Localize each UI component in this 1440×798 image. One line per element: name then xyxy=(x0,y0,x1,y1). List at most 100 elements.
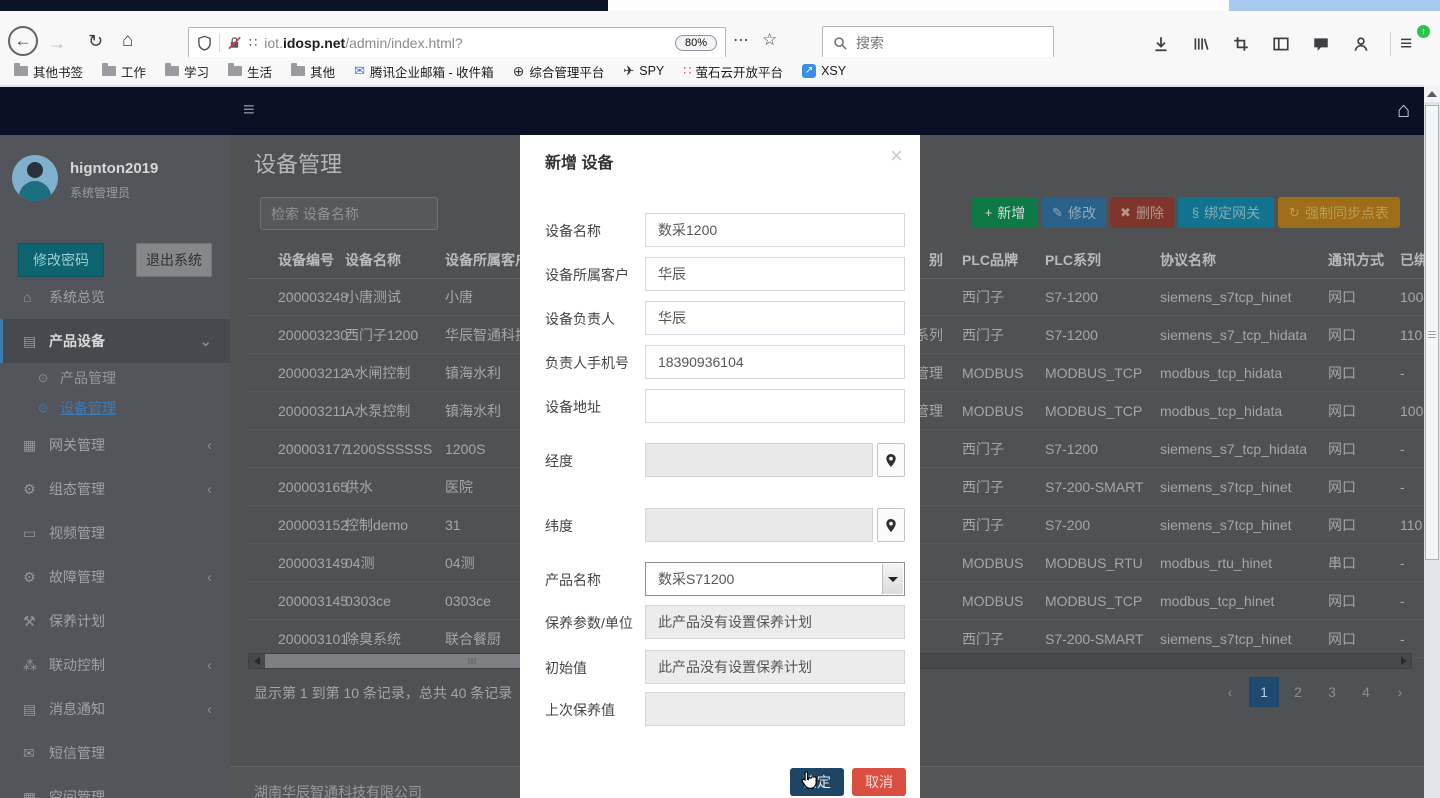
divider xyxy=(1390,32,1391,56)
sync-icon: ↻ xyxy=(1289,205,1300,221)
cell-protocol: siemens_s7tcp_hinet xyxy=(1160,289,1292,305)
zoom-badge[interactable]: 80% xyxy=(675,35,717,51)
cell-bound: 110 xyxy=(1400,517,1422,533)
cell-comm-type: 网口 xyxy=(1328,439,1356,459)
cell-device-name: 0303ce xyxy=(345,593,391,609)
device-name-input[interactable]: 数采1200 xyxy=(645,213,905,247)
field-label: 设备负责人 xyxy=(545,309,615,329)
sidebar-subitem[interactable]: ⊙设备管理 xyxy=(0,393,230,423)
cell-comm-type: 网口 xyxy=(1328,325,1356,345)
sidebar-toggle-icon[interactable] xyxy=(1272,35,1290,53)
sidebar-subitem-label: 设备管理 xyxy=(60,398,116,418)
bookmark-item[interactable]: ✉腾讯企业邮箱 - 收件箱 xyxy=(354,62,494,81)
change-password-button[interactable]: 修改密码 xyxy=(18,243,104,277)
bind-button[interactable]: §绑定网关 xyxy=(1178,197,1274,228)
sidebar-item[interactable]: ▦网关管理‹ xyxy=(0,423,230,467)
bookmark-item[interactable]: ↗XSY xyxy=(802,64,846,78)
back-button[interactable]: ← xyxy=(8,26,38,56)
del-button[interactable]: ✖删除 xyxy=(1110,197,1174,228)
overflow-button[interactable]: ⋯ xyxy=(733,33,750,49)
select-dropdown-button[interactable] xyxy=(882,564,903,594)
cancel-button[interactable]: 取消 xyxy=(852,768,906,796)
bookmark-item[interactable]: 工作 xyxy=(102,62,146,81)
pagination-page[interactable]: 4 xyxy=(1351,677,1381,707)
sidebar-item[interactable]: ⚙组态管理‹ xyxy=(0,467,230,511)
bookmark-star-button[interactable]: ☆ xyxy=(762,31,777,48)
pagination-page[interactable]: 2 xyxy=(1283,677,1313,707)
cogs-icon: ⚙ xyxy=(23,481,49,498)
reload-button[interactable]: ↻ xyxy=(88,32,103,50)
forward-icon: → xyxy=(48,33,66,53)
scroll-up-icon[interactable] xyxy=(1424,85,1440,102)
cell-bound: - xyxy=(1400,631,1405,647)
bookmark-item[interactable]: 其他 xyxy=(291,62,335,81)
latitude-map-button[interactable] xyxy=(877,508,905,542)
customer-input[interactable]: 华辰 xyxy=(645,257,905,291)
url-bar[interactable]: ∷ iot.idosp.net/admin/index.html? 80% xyxy=(188,27,726,59)
device-search-input[interactable]: 检索 设备名称 xyxy=(260,197,438,230)
app-menu-button[interactable]: ≡ xyxy=(1400,32,1412,56)
message-bubble-icon[interactable] xyxy=(1312,35,1330,53)
sidebar-item[interactable]: ⚒保养计划 xyxy=(0,599,230,643)
sidebar-item[interactable]: ▦空间管理 xyxy=(0,775,230,798)
sidebar-item[interactable]: ▤产品设备⌄ xyxy=(0,319,230,363)
address-input[interactable] xyxy=(645,389,905,423)
library-icon[interactable] xyxy=(1192,35,1210,53)
cell-plc-series: S7-1200 xyxy=(1045,327,1098,343)
sidebar-item-label: 视频管理 xyxy=(49,523,105,543)
edit-button[interactable]: ✎修改 xyxy=(1042,197,1106,228)
browser-search-input[interactable]: 搜索 xyxy=(822,26,1054,60)
scroll-left-icon[interactable] xyxy=(249,654,264,668)
sidebar-item[interactable]: ⌂系统总览 xyxy=(0,275,230,319)
sync-button[interactable]: ↻强制同步点表 xyxy=(1278,197,1400,228)
cell-bound: 100 xyxy=(1400,403,1423,419)
bookmark-item[interactable]: ∷萤石云开放平台 xyxy=(683,62,783,81)
close-icon[interactable]: × xyxy=(890,143,903,169)
downloads-icon[interactable] xyxy=(1152,35,1170,53)
account-icon[interactable] xyxy=(1352,35,1370,53)
cell-protocol: siemens_s7_tcp_hidata xyxy=(1160,327,1307,343)
vertical-scrollbar-thumb[interactable] xyxy=(1425,105,1439,560)
bookmark-item[interactable]: ⊕综合管理平台 xyxy=(513,62,605,81)
phone-input[interactable]: 18390936104 xyxy=(645,345,905,379)
overflow-icon: ⋯ xyxy=(733,32,750,49)
logout-button[interactable]: 退出系统 xyxy=(136,243,212,277)
scroll-right-icon[interactable] xyxy=(1396,654,1411,668)
sidebar-subitem-label: 产品管理 xyxy=(60,368,116,388)
bookmark-item[interactable]: 学习 xyxy=(165,62,209,81)
bookmark-item[interactable]: 其他书签 xyxy=(14,62,83,81)
book-icon: ▤ xyxy=(23,701,49,718)
pagination-page[interactable]: 1 xyxy=(1249,677,1279,707)
bookmark-item[interactable]: 生活 xyxy=(228,62,272,81)
sidebar-item[interactable]: ⁂联动控制‹ xyxy=(0,643,230,687)
sidebar-subitem[interactable]: ⊙产品管理 xyxy=(0,363,230,393)
add-button[interactable]: +新增 xyxy=(972,197,1038,228)
gateway-icon: ▦ xyxy=(23,789,49,798)
pagination-page[interactable]: 3 xyxy=(1317,677,1347,707)
forward-button[interactable]: → xyxy=(48,34,66,52)
globe-icon: ⊕ xyxy=(513,63,525,80)
cell-plc-series: MODBUS_TCP xyxy=(1045,593,1142,609)
pagination-next[interactable]: › xyxy=(1385,677,1415,707)
field-owner: 设备负责人 华辰 xyxy=(520,301,920,335)
sidebar-collapse-icon[interactable]: ≡ xyxy=(243,99,255,122)
device-search-placeholder: 检索 设备名称 xyxy=(271,204,359,224)
pagination-prev[interactable]: ‹ xyxy=(1215,677,1245,707)
sidebar-item[interactable]: ▭视频管理 xyxy=(0,511,230,555)
screenshot-crop-icon[interactable] xyxy=(1232,35,1250,53)
app-home-icon[interactable]: ⌂ xyxy=(1397,97,1410,123)
home-button[interactable]: ⌂ xyxy=(122,31,133,50)
owner-input[interactable]: 华辰 xyxy=(645,301,905,335)
bookmark-item[interactable]: ✈SPY xyxy=(623,63,664,79)
bookmark-label: 综合管理平台 xyxy=(529,62,604,81)
vertical-scrollbar[interactable] xyxy=(1424,85,1440,798)
sidebar-item[interactable]: ⚙故障管理‹ xyxy=(0,555,230,599)
sidebar-item[interactable]: ✉短信管理 xyxy=(0,731,230,775)
pencil-icon: ✎ xyxy=(1052,205,1063,221)
sidebar-item[interactable]: ▤消息通知‹ xyxy=(0,687,230,731)
home-icon: ⌂ xyxy=(122,30,133,51)
longitude-map-button[interactable] xyxy=(877,443,905,477)
bookmark-label: 其他 xyxy=(310,62,335,81)
pagination: ‹1234› xyxy=(1215,677,1415,707)
product-select[interactable]: 数采S71200 xyxy=(645,562,905,596)
